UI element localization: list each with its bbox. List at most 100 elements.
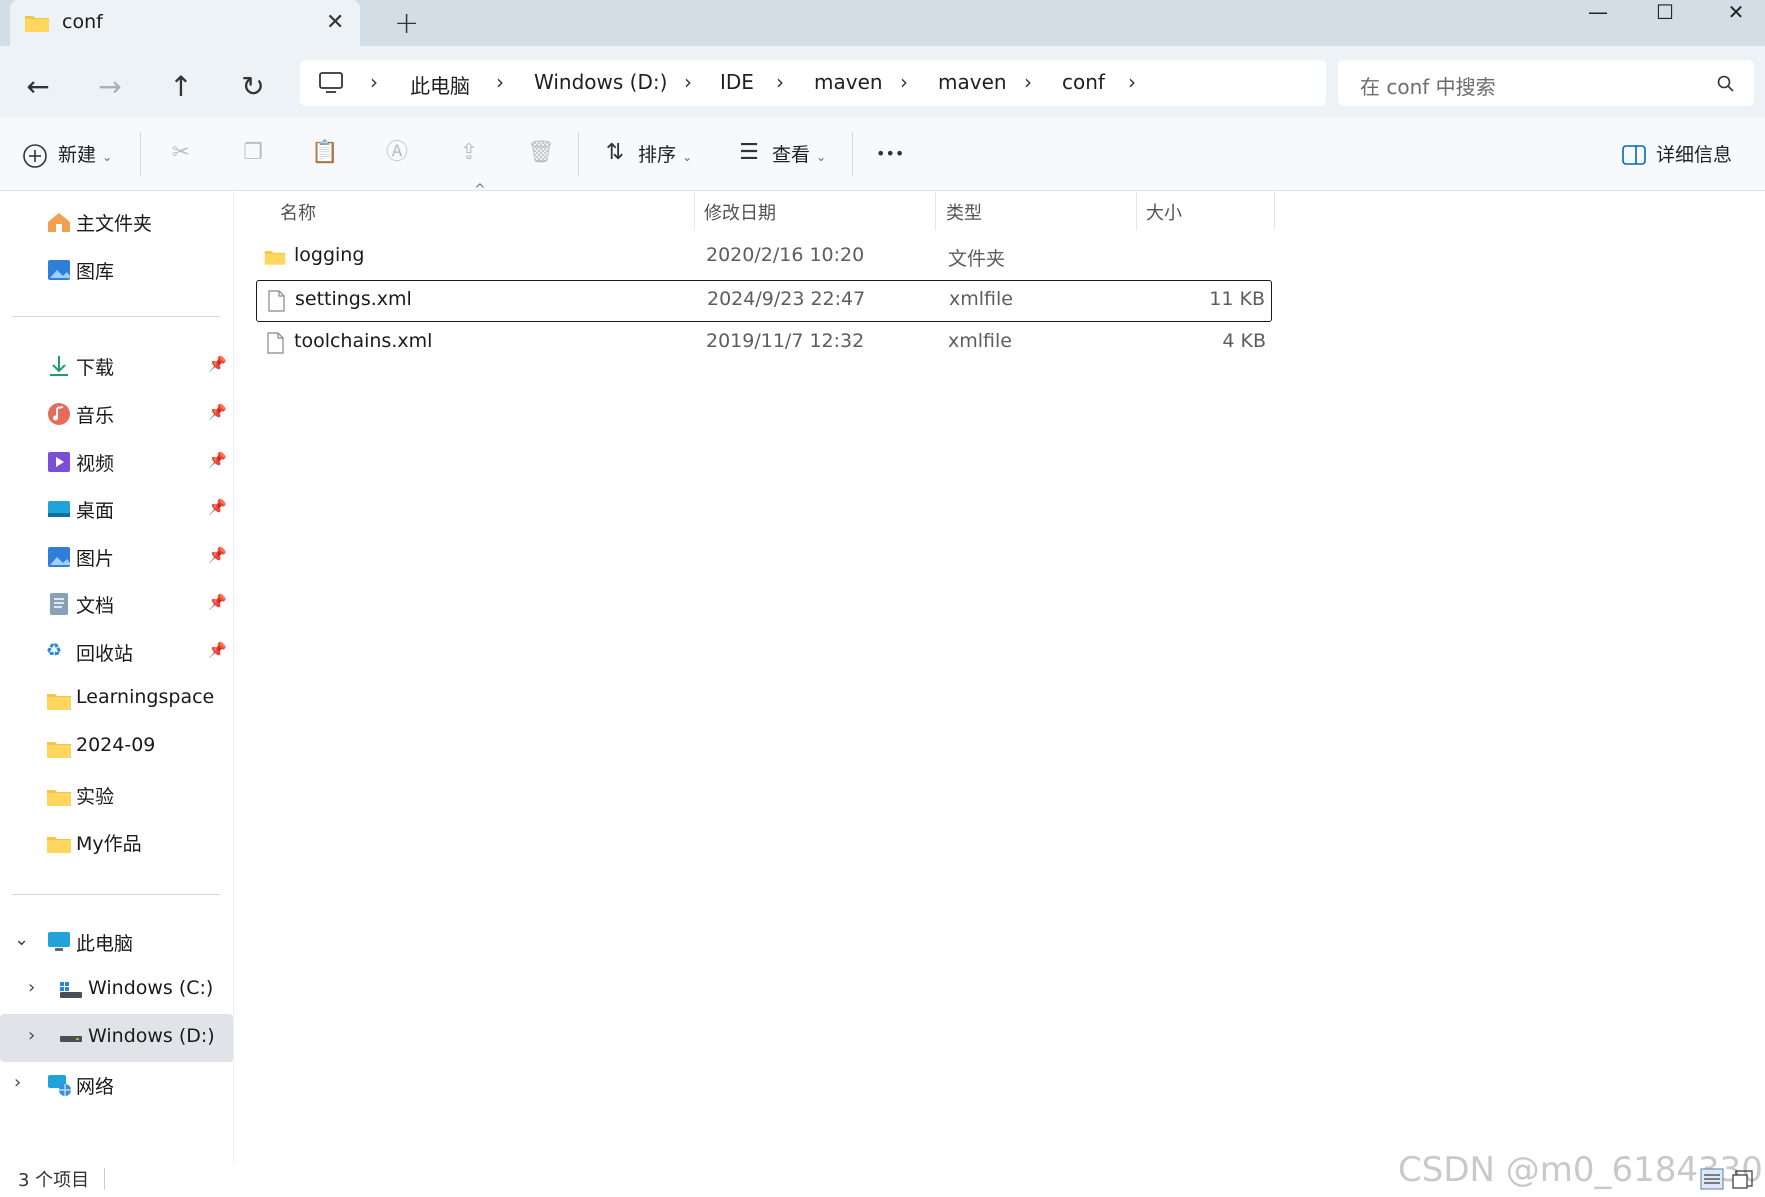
sidebar-item-2024-09[interactable]: 2024-09: [0, 725, 233, 769]
sort-button[interactable]: 排序 ⌄: [638, 140, 692, 167]
pin-icon[interactable]: 📌: [208, 403, 227, 421]
minimize-button[interactable]: —: [1573, 0, 1623, 24]
pin-icon[interactable]: 📌: [208, 546, 227, 564]
share-icon[interactable]: ⇪: [454, 138, 484, 168]
new-button[interactable]: 新建 ⌄: [58, 140, 112, 167]
sidebar-item-drive-c[interactable]: › Windows (C:): [0, 968, 233, 1012]
search-icon[interactable]: [1716, 74, 1736, 94]
chevron-right-icon[interactable]: ›: [14, 1072, 21, 1093]
column-header-name[interactable]: 名称: [280, 199, 316, 225]
pin-icon[interactable]: 📌: [208, 498, 227, 516]
sidebar-item-label: 网络: [76, 1076, 115, 1098]
breadcrumb-separator[interactable]: ›: [496, 70, 504, 94]
sidebar-item-my-works[interactable]: My作品: [0, 820, 233, 864]
recycle-bin-icon: ♻: [46, 640, 63, 661]
more-options-button[interactable]: •••: [876, 144, 904, 163]
close-button[interactable]: ✕: [1711, 0, 1761, 24]
network-icon: [48, 1075, 71, 1096]
rename-icon[interactable]: Ⓐ: [382, 138, 412, 168]
chevron-down-icon[interactable]: ⌄: [14, 929, 29, 950]
folder-icon: [47, 790, 71, 806]
column-divider[interactable]: [694, 190, 695, 230]
tiles-view-icon[interactable]: [1732, 1170, 1754, 1190]
refresh-button[interactable]: ↻: [236, 70, 270, 104]
breadcrumb-drive-d[interactable]: Windows (D:): [534, 70, 667, 94]
column-divider[interactable]: [1274, 190, 1275, 230]
column-divider[interactable]: [935, 190, 936, 230]
new-tab-button[interactable]: +: [394, 6, 419, 41]
computer-icon: [319, 72, 343, 93]
forward-button[interactable]: →: [93, 70, 127, 104]
file-row-logging[interactable]: logging 2020/2/16 10:20 文件夹: [256, 236, 1272, 278]
chevron-right-icon[interactable]: ›: [28, 977, 35, 998]
sort-icon[interactable]: ⇅: [600, 138, 630, 168]
drive-d-icon: [60, 1036, 82, 1042]
view-button[interactable]: 查看 ⌄: [772, 140, 826, 167]
pin-icon[interactable]: 📌: [208, 593, 227, 611]
breadcrumb-this-pc[interactable]: 此电脑: [410, 70, 470, 99]
details-view-icon[interactable]: [1700, 1168, 1724, 1190]
sidebar-item-videos[interactable]: 视频 📌: [0, 440, 233, 484]
sidebar-item-home[interactable]: 主文件夹: [0, 200, 233, 244]
breadcrumb-separator[interactable]: ›: [370, 70, 378, 94]
column-header-size[interactable]: 大小: [1146, 199, 1182, 225]
view-label: 查看: [772, 144, 811, 166]
chevron-down-icon: ⌄: [102, 150, 113, 164]
file-icon: [267, 332, 284, 354]
status-divider: [104, 1168, 105, 1190]
view-icon[interactable]: ☰: [734, 138, 764, 168]
up-button[interactable]: ↑: [164, 70, 198, 104]
pin-icon[interactable]: 📌: [208, 641, 227, 659]
maximize-button[interactable]: ☐: [1640, 0, 1690, 24]
new-label: 新建: [58, 144, 97, 166]
pin-icon[interactable]: 📌: [208, 451, 227, 469]
file-row-toolchains-xml[interactable]: toolchains.xml 2019/11/7 12:32 xmlfile 4…: [256, 322, 1272, 364]
home-icon: [48, 213, 70, 232]
sidebar-item-recycle-bin[interactable]: ♻ 回收站 📌: [0, 630, 233, 674]
new-icon[interactable]: [22, 143, 48, 169]
file-size: 4 KB: [1222, 330, 1266, 352]
file-name: toolchains.xml: [294, 330, 433, 352]
sidebar-item-label: 图库: [76, 261, 115, 283]
column-header-date[interactable]: 修改日期: [704, 199, 776, 225]
sidebar-item-drive-d[interactable]: › Windows (D:): [0, 1014, 233, 1062]
sidebar-item-music[interactable]: 音乐 📌: [0, 392, 233, 436]
breadcrumb-maven-2[interactable]: maven: [938, 70, 1007, 94]
back-button[interactable]: ←: [21, 70, 55, 104]
music-icon: [48, 403, 70, 425]
tab-close-icon[interactable]: ✕: [326, 10, 344, 35]
sidebar-item-this-pc[interactable]: ⌄ 此电脑: [0, 920, 233, 964]
sidebar-item-documents[interactable]: 文档 📌: [0, 582, 233, 626]
sidebar-item-pictures[interactable]: 图片 📌: [0, 535, 233, 579]
details-button[interactable]: 详细信息: [1656, 140, 1732, 167]
column-header-type[interactable]: 类型: [946, 199, 982, 225]
file-date: 2020/2/16 10:20: [706, 244, 865, 266]
copy-icon[interactable]: ❐: [238, 138, 268, 168]
breadcrumb-separator[interactable]: ›: [776, 70, 784, 94]
breadcrumb-ide[interactable]: IDE: [720, 70, 754, 94]
breadcrumb-conf[interactable]: conf: [1062, 70, 1105, 94]
breadcrumb-maven-1[interactable]: maven: [814, 70, 883, 94]
cut-icon[interactable]: ✂: [166, 138, 196, 168]
delete-icon[interactable]: 🗑: [526, 138, 556, 168]
video-icon: [48, 452, 70, 472]
sidebar-item-network[interactable]: › 网络: [0, 1063, 233, 1107]
breadcrumb-separator[interactable]: ›: [1024, 70, 1032, 94]
sidebar-item-gallery[interactable]: 图库: [0, 248, 233, 292]
chevron-right-icon[interactable]: ›: [28, 1025, 35, 1046]
sidebar-item-experiment[interactable]: 实验: [0, 773, 233, 817]
breadcrumb-separator[interactable]: ›: [1128, 70, 1136, 94]
column-divider[interactable]: [1136, 190, 1137, 230]
tab-conf[interactable]: conf ✕: [10, 0, 360, 46]
details-pane-icon[interactable]: [1622, 145, 1646, 165]
paste-icon[interactable]: 📋: [310, 138, 340, 168]
folder-icon: [47, 694, 71, 710]
pin-icon[interactable]: 📌: [208, 355, 227, 373]
tab-title: conf: [62, 11, 103, 33]
breadcrumb-separator[interactable]: ›: [684, 70, 692, 94]
sidebar-item-learningspace[interactable]: Learningspace: [0, 677, 233, 721]
sidebar-item-downloads[interactable]: 下载 📌: [0, 344, 233, 388]
sidebar-item-desktop[interactable]: 桌面 📌: [0, 487, 233, 531]
breadcrumb-separator[interactable]: ›: [900, 70, 908, 94]
file-row-settings-xml[interactable]: settings.xml 2024/9/23 22:47 xmlfile 11 …: [256, 280, 1272, 322]
